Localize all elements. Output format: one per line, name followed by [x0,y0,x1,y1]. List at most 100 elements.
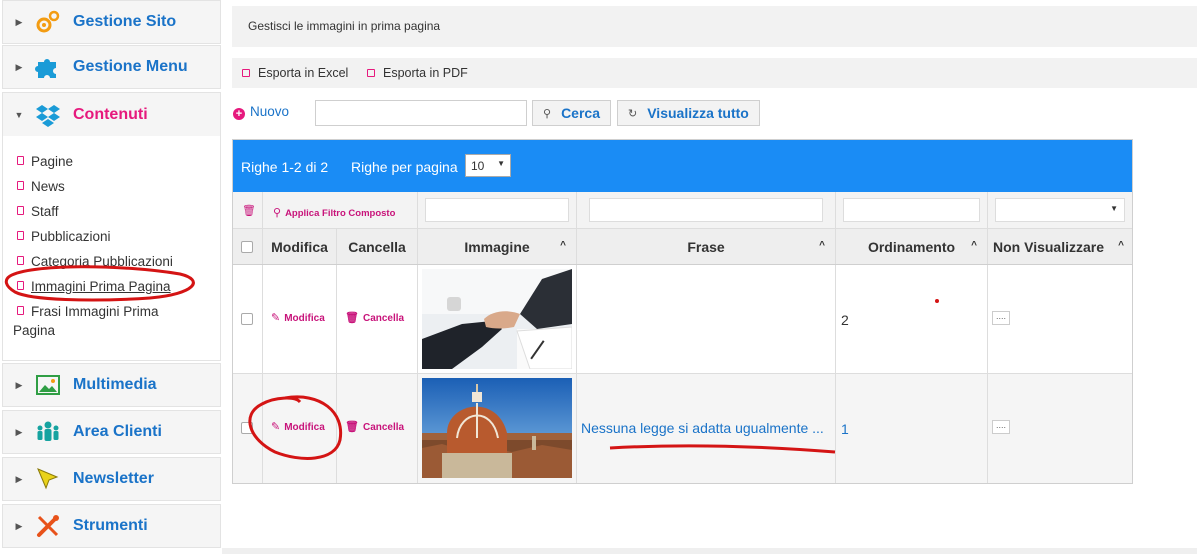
document-icon [17,206,24,215]
caret-down-icon: ▼ [14,109,24,120]
puzzle-icon [35,54,61,80]
submenu-item-frasi-immagini-prima-pagina[interactable]: Frasi Immagini Prima [17,302,212,321]
export-toolbar: Esporta in Excel Esporta in PDF [232,58,1197,88]
panel-area-clienti[interactable]: ▶ Area Clienti [2,410,221,454]
tools-icon [35,513,61,539]
frase-filter-input[interactable] [589,198,823,222]
trash-icon[interactable]: 🗑 [242,204,256,217]
panel-gestione-menu[interactable]: ▶ Gestione Menu [2,45,221,89]
submenu-item-pagine[interactable]: Pagine [17,152,212,171]
search-icon: ⚲ [273,207,282,219]
document-icon [17,156,24,165]
document-icon [17,281,24,290]
filter-row: 🗑 ⚲ Applica Filtro Composto ▼ [233,192,1132,229]
sidebar: ▶ Gestione Sito ▶ Gestione Menu ▼ Conten… [0,0,222,554]
panel-newsletter[interactable]: ▶ Newsletter [2,457,221,501]
contenuti-submenu: Pagine News Staff Pubblicazioni Categori… [2,136,221,361]
submenu-item-news[interactable]: News [17,177,212,196]
panel-label: Newsletter [73,470,154,487]
ordinamento-value: 1 [841,421,849,437]
search-button[interactable]: ⚲ Cerca [532,100,611,126]
document-icon [17,181,24,190]
trash-icon: 🗑 [345,312,359,324]
show-all-button[interactable]: ↻ Visualizza tutto [617,100,760,126]
page-title-bar: Gestisci le immagini in prima pagina [232,6,1197,47]
panel-label: Gestione Menu [73,58,188,75]
submenu-item-frasi-continuation[interactable]: Pagina [13,321,208,340]
apply-composite-filter-link[interactable]: ⚲ Applica Filtro Composto [273,206,395,219]
sort-icon: ^ [1118,240,1124,251]
rows-info: Righe 1-2 di 2 [241,159,329,175]
non-visualizzare-toggle[interactable]: .... [992,420,1010,434]
document-icon [17,231,24,240]
dropdown-arrow-icon: ▼ [497,159,505,168]
excel-icon [242,69,250,77]
row-checkbox[interactable] [241,422,253,434]
caret-right-icon: ▶ [15,520,23,531]
panel-label: Multimedia [73,376,157,393]
new-item-link[interactable]: + Nuovo [233,104,289,120]
panel-multimedia[interactable]: ▶ Multimedia [2,363,221,407]
cursor-icon [35,466,61,492]
panel-strumenti[interactable]: ▶ Strumenti [2,504,221,548]
delete-link[interactable]: 🗑 Cancella [345,420,404,433]
main-content: Gestisci le immagini in prima pagina Esp… [222,0,1197,554]
dropbox-icon [35,102,61,128]
row-checkbox[interactable] [241,313,253,325]
non-visualizzare-filter-select[interactable]: ▼ [995,198,1125,222]
document-icon [17,306,24,315]
panel-gestione-sito[interactable]: ▶ Gestione Sito [2,0,221,44]
page-footer-strip [222,548,1197,554]
submenu-item-staff[interactable]: Staff [17,202,212,221]
delete-link[interactable]: 🗑 Cancella [345,311,404,324]
search-input[interactable] [315,100,527,126]
column-header-immagine[interactable]: Immagine ^ [418,229,577,264]
page-title: Gestisci le immagini in prima pagina [248,19,441,33]
submenu-item-immagini-prima-pagina[interactable]: Immagini Prima Pagina [17,277,212,296]
export-pdf-link[interactable]: Esporta in PDF [367,66,468,80]
gears-icon [35,9,61,35]
select-all-checkbox[interactable] [241,241,253,253]
pencil-icon: ✎ [271,421,281,433]
trash-icon: 🗑 [345,421,359,433]
edit-link[interactable]: ✎ Modifica [271,311,325,324]
pdf-icon [367,69,375,77]
panel-contenuti[interactable]: ▼ Contenuti [2,92,221,136]
sort-icon: ^ [819,240,825,251]
column-header-ordinamento[interactable]: Ordinamento ^ [836,229,988,264]
handshake-photo[interactable] [422,269,572,369]
non-visualizzare-toggle[interactable]: .... [992,311,1010,325]
panel-label: Strumenti [73,517,148,534]
frase-text[interactable]: Nessuna legge si adatta ugualmente ... [581,420,824,436]
panel-label: Gestione Sito [73,13,177,30]
ordinamento-filter-input[interactable] [843,198,980,222]
sort-icon: ^ [560,240,566,251]
florence-duomo-photo[interactable] [422,378,572,478]
table-row: ✎ Modifica 🗑 Cancella [233,374,1132,483]
submenu-item-pubblicazioni[interactable]: Pubblicazioni [17,227,212,246]
users-icon [35,419,61,445]
caret-right-icon: ▶ [15,61,23,72]
caret-right-icon: ▶ [15,379,23,390]
image-filter-input[interactable] [425,198,569,222]
table-row: ✎ Modifica 🗑 Cancella [233,265,1132,374]
caret-right-icon: ▶ [15,426,23,437]
ordinamento-value: 2 [841,312,849,328]
panel-label: Contenuti [73,105,148,123]
document-icon [17,256,24,265]
export-excel-link[interactable]: Esporta in Excel [242,66,348,80]
search-icon: ⚲ [543,107,552,120]
image-icon [35,372,61,398]
rows-per-page-select[interactable]: 10 ▼ [465,154,511,177]
pencil-icon: ✎ [271,312,281,324]
panel-label: Area Clienti [73,423,162,440]
column-header-non-visualizzare[interactable]: Non Visualizzare ^ [988,229,1132,264]
edit-link[interactable]: ✎ Modifica [271,420,325,433]
sort-icon: ^ [971,240,977,251]
data-grid: Righe 1-2 di 2 Righe per pagina 10 ▼ 🗑 ⚲ A… [232,139,1133,484]
rows-per-page-label: Righe per pagina [351,159,458,175]
grid-toolbar: Righe 1-2 di 2 Righe per pagina 10 ▼ [233,140,1132,192]
submenu-item-categoria-pubblicazioni[interactable]: Categoria Pubblicazioni [17,252,212,271]
column-header-frase[interactable]: Frase ^ [577,229,836,264]
caret-right-icon: ▶ [15,16,23,27]
